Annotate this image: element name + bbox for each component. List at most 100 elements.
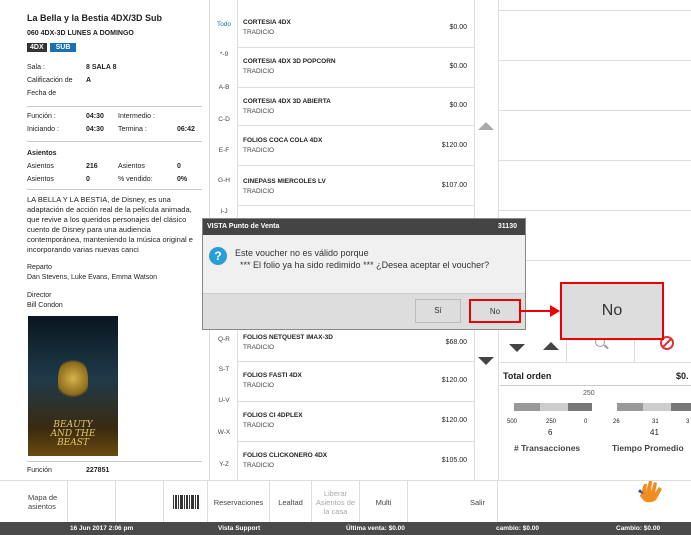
gauge-segment	[617, 403, 643, 411]
funcion-label: Función :	[27, 113, 56, 120]
sala-value: 8 SALA 8	[86, 64, 117, 71]
move-down-icon[interactable]	[509, 344, 525, 352]
product-price: $0.00	[449, 102, 467, 109]
scale-label: 500	[507, 419, 518, 425]
termina-value: 06:42	[177, 126, 195, 133]
divider	[27, 461, 202, 462]
reservations-button[interactable]: Reservaciones	[208, 481, 270, 523]
yes-button[interactable]: Sí	[415, 299, 461, 323]
gauge-segment	[540, 403, 568, 411]
product-type: TRADICIO	[243, 344, 275, 351]
product-type: TRADICIO	[243, 382, 275, 389]
product-item[interactable]: CORTESIA 4DX 3D ABIERTA TRADICIO $0.00	[238, 88, 475, 126]
gauge-segment	[514, 403, 540, 411]
category-item[interactable]: G-H	[210, 177, 238, 184]
product-price: $120.00	[441, 377, 467, 384]
scroll-down-icon[interactable]	[478, 357, 494, 365]
movie-title: La Bella y la Bestia 4DX/3D Sub	[27, 13, 163, 23]
move-up-icon[interactable]	[543, 342, 559, 350]
asientos-label: Asientos	[118, 163, 145, 170]
blank-button[interactable]	[68, 481, 116, 523]
product-price: $105.00	[441, 457, 467, 464]
category-item[interactable]: *-9	[210, 51, 238, 58]
funcion-bottom-value: 227851	[86, 467, 110, 474]
divider	[27, 189, 202, 190]
transacciones-marker: 250	[583, 390, 595, 397]
product-type: TRADICIO	[243, 422, 275, 429]
order-totals: Total orden $0. 250 500 250 0 6 # Transa…	[500, 363, 691, 458]
product-name: FOLIOS CLICKONERO 4DX	[243, 452, 328, 459]
support-label: Vista Support	[218, 525, 261, 532]
category-item[interactable]: Y-Z	[210, 461, 238, 468]
category-item[interactable]: U-V	[210, 397, 238, 404]
funcion-value: 04:30	[86, 113, 104, 120]
scroll-up-icon[interactable]	[478, 122, 494, 130]
barcode-button[interactable]	[164, 481, 208, 523]
total-value: $0.	[676, 371, 689, 381]
seat-map-button[interactable]: Mapa de asientos	[0, 481, 68, 523]
category-item[interactable]: S-T	[210, 366, 238, 373]
release-seats-button[interactable]: Liberar Asientos de la casa	[312, 481, 360, 523]
dialog-title: VISTA Punto de Venta	[207, 223, 280, 230]
format-badges: 4DX SUB	[27, 43, 77, 52]
reparto-label: Reparto	[27, 264, 52, 271]
product-name: CORTESIA 4DX	[243, 19, 291, 26]
product-item[interactable]: CINEPASS MIERCOLES LV TRADICIO $107.00	[238, 166, 475, 206]
no-button[interactable]: No	[469, 299, 521, 323]
product-item[interactable]: FOLIOS COCA COLA 4DX TRADICIO $120.00	[238, 126, 475, 166]
category-item[interactable]: C-D	[210, 116, 238, 123]
product-type: TRADICIO	[243, 462, 275, 469]
category-item[interactable]: Q-R	[210, 336, 238, 343]
category-todo[interactable]: Todo	[210, 21, 238, 28]
dialog-code: 31130	[497, 223, 517, 230]
last-sale: Última venta: $0.00	[346, 525, 405, 532]
product-type: TRADICIO	[243, 108, 275, 115]
product-item[interactable]: CORTESIA 4DX 3D POPCORN TRADICIO $0.00	[238, 48, 475, 88]
product-item[interactable]: CORTESIA 4DX TRADICIO $0.00	[238, 10, 475, 48]
tiempo-caption: Tiempo Promedio	[612, 443, 684, 453]
scale-label: 3	[686, 419, 690, 425]
product-item[interactable]: FOLIOS CLICKONERO 4DX TRADICIO $105.00	[238, 442, 475, 480]
intermedio-label: Intermedio :	[118, 113, 155, 120]
hand-icon[interactable]	[636, 478, 666, 506]
multi-button[interactable]: Multi	[360, 481, 408, 523]
vendido-label: % vendido:	[118, 176, 153, 183]
vendido-value: 0%	[177, 176, 188, 183]
category-item[interactable]: A-B	[210, 84, 238, 91]
blank-button[interactable]	[116, 481, 164, 523]
iniciando-label: Iniciando :	[27, 126, 59, 133]
product-item[interactable]: FOLIOS CI 4DPLEX TRADICIO $120.00	[238, 402, 475, 442]
product-type: TRADICIO	[243, 68, 275, 75]
scale-label: 0	[584, 419, 588, 425]
gauge-segment	[568, 403, 592, 411]
total-label: Total orden	[503, 371, 552, 381]
scale-label: 26	[613, 419, 620, 425]
category-item[interactable]: W-X	[210, 429, 238, 436]
termina-label: Termina :	[118, 126, 147, 133]
product-price: $0.00	[449, 24, 467, 31]
product-item[interactable]: FOLIOS NETQUEST IMAX-3D TRADICIO $68.00	[238, 328, 475, 362]
product-name: FOLIOS FASTI 4DX	[243, 372, 302, 379]
category-item[interactable]: I-J	[210, 208, 238, 215]
category-item[interactable]: E-F	[210, 147, 238, 154]
product-type: TRADICIO	[243, 147, 275, 154]
product-name: CORTESIA 4DX 3D ABIERTA	[243, 98, 331, 105]
loyalty-button[interactable]: Lealtad	[270, 481, 312, 523]
scale-label: 31	[652, 419, 659, 425]
asientos-value: 0	[177, 163, 181, 170]
gauge-segment	[671, 403, 691, 411]
change-2: Cambio: $0.00	[616, 525, 661, 532]
poster-title: BEAUTY AND THE BEAST	[50, 420, 96, 448]
product-name: FOLIOS NETQUEST IMAX-3D	[243, 334, 333, 341]
gauge-segment	[643, 403, 671, 411]
sala-label: Sala :	[27, 64, 45, 71]
exit-button[interactable]: Salir	[408, 481, 498, 523]
product-price: $0.00	[449, 63, 467, 70]
product-item[interactable]: FOLIOS FASTI 4DX TRADICIO $120.00	[238, 362, 475, 402]
question-icon: ?	[209, 247, 227, 265]
product-price: $120.00	[441, 142, 467, 149]
director-value: Bill Condon	[27, 302, 63, 309]
change-1: cambio: $0.00	[496, 525, 539, 532]
fecha-label: Fecha de	[27, 90, 57, 97]
product-type: TRADICIO	[243, 188, 275, 195]
